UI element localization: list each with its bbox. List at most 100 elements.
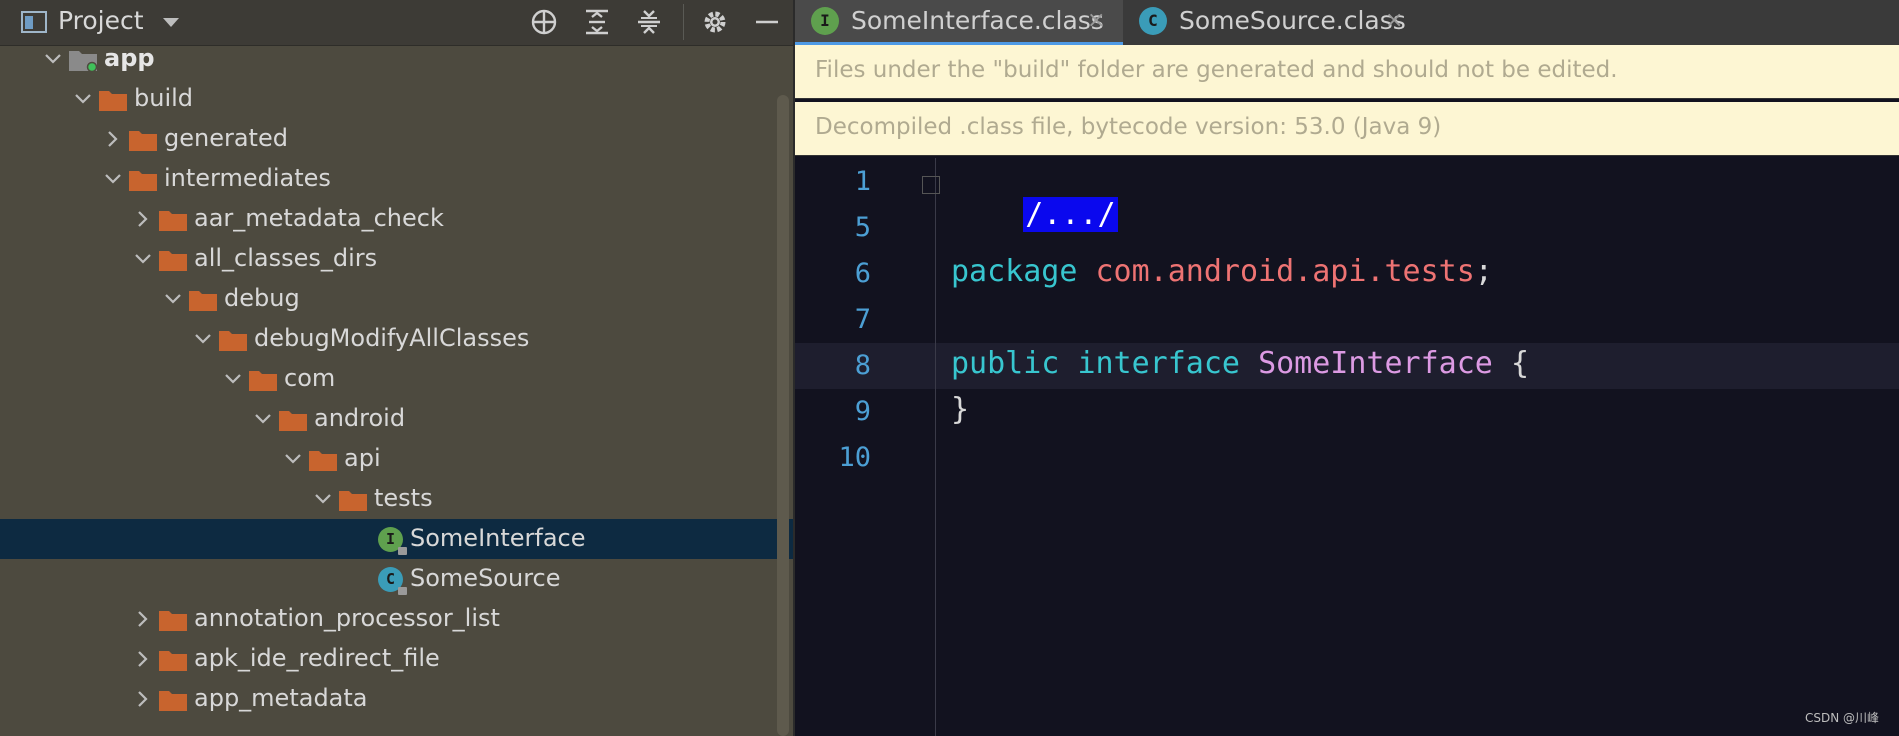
tree-item-label: build — [134, 84, 194, 112]
folder-icon — [99, 91, 127, 111]
folder-icon — [129, 131, 157, 151]
tree-item-api[interactable]: api — [0, 439, 793, 479]
chevron-down-icon[interactable] — [192, 328, 214, 350]
tree-item-com[interactable]: com — [0, 359, 793, 399]
line-number-gutter: 1 5 6 7 8 9 10 — [795, 158, 936, 736]
code-line-6[interactable]: package com.android.api.tests; — [951, 254, 1493, 289]
chevron-down-icon[interactable] — [252, 408, 274, 430]
minimize-icon[interactable] — [753, 8, 781, 36]
fold-toggle-icon[interactable] — [922, 176, 940, 194]
tree-item-debugmodifyallclasses[interactable]: debugModifyAllClasses — [0, 319, 793, 359]
tab-label: SomeInterface.class — [851, 6, 1104, 35]
lock-icon — [398, 547, 407, 555]
tree-item-label: all_classes_dirs — [194, 244, 378, 272]
tree-item-label: apk_ide_redirect_file — [194, 644, 440, 672]
close-icon[interactable]: × — [1385, 8, 1403, 33]
select-opened-file-icon[interactable] — [530, 8, 558, 36]
tree-item-label: debugModifyAllClasses — [254, 324, 530, 352]
tree-item-tests[interactable]: tests — [0, 479, 793, 519]
folder-icon — [159, 651, 187, 671]
tree-item-intermediates[interactable]: intermediates — [0, 159, 793, 199]
chevron-down-icon[interactable] — [102, 168, 124, 190]
chevron-down-icon[interactable] — [42, 48, 64, 70]
banner-text: Files under the "build" folder are gener… — [815, 57, 1618, 83]
interface-icon: I — [378, 527, 407, 555]
tree-item-label: tests — [374, 484, 433, 512]
code-line-1[interactable]: /.../ — [951, 162, 1118, 267]
chevron-down-icon[interactable] — [162, 288, 184, 310]
tree-item-app[interactable]: app — [0, 39, 793, 79]
toolbar-divider — [683, 4, 684, 40]
collapse-all-icon[interactable] — [635, 8, 663, 36]
tree-item-annotation-processor-list[interactable]: annotation_processor_list — [0, 599, 793, 639]
folder-icon — [279, 411, 307, 431]
code-line-9[interactable]: } — [951, 392, 969, 427]
chevron-down-icon[interactable] — [222, 368, 244, 390]
punctuation: ; — [1474, 254, 1493, 289]
tree-item-apk-ide-redirect-file[interactable]: apk_ide_redirect_file — [0, 639, 793, 679]
tree-item-build[interactable]: build — [0, 79, 793, 119]
line-number: 9 — [854, 396, 871, 427]
tree-item-label: intermediates — [164, 164, 331, 192]
chevron-down-icon[interactable] — [282, 448, 304, 470]
lock-icon — [398, 587, 407, 595]
tree-item-label: debug — [224, 284, 300, 312]
chevron-right-icon[interactable] — [102, 128, 124, 150]
tree-item-label: app — [104, 44, 155, 72]
chevron-right-icon[interactable] — [132, 608, 154, 630]
tree-item-label: com — [284, 364, 336, 392]
tree-item-generated[interactable]: generated — [0, 119, 793, 159]
keyword: package — [951, 254, 1078, 289]
tree-item-app-metadata[interactable]: app_metadata — [0, 679, 793, 719]
tree-item-aar-metadata-check[interactable]: aar_metadata_check — [0, 199, 793, 239]
tab-label: SomeSource.class — [1179, 6, 1406, 35]
code-line-8[interactable]: public interface SomeInterface { — [951, 346, 1529, 381]
folder-icon — [219, 331, 247, 351]
tab-someinterface-class[interactable]: I SomeInterface.class × — [795, 0, 1123, 45]
chevron-right-icon[interactable] — [132, 688, 154, 710]
class-name: SomeInterface — [1258, 346, 1493, 381]
tab-somesource-class[interactable]: C SomeSource.class × — [1123, 0, 1419, 45]
folder-icon — [189, 291, 217, 311]
line-number: 8 — [854, 350, 871, 381]
expand-all-icon[interactable] — [583, 8, 611, 36]
tree-item-all-classes-dirs[interactable]: all_classes_dirs — [0, 239, 793, 279]
folder-icon — [129, 171, 157, 191]
watermark: CSDN @川峰 — [1804, 711, 1879, 725]
project-view-title[interactable]: Project — [58, 6, 144, 35]
close-icon[interactable]: × — [1087, 8, 1105, 33]
tree-item-someinterface[interactable]: I SomeInterface — [0, 519, 793, 559]
tree-item-debug[interactable]: debug — [0, 279, 793, 319]
banner-text: Decompiled .class file, bytecode version… — [815, 114, 1442, 140]
gear-icon[interactable] — [701, 8, 729, 36]
keyword: interface — [1077, 346, 1240, 381]
chevron-right-icon[interactable] — [132, 208, 154, 230]
folder-icon — [159, 691, 187, 711]
project-view-icon[interactable] — [20, 8, 48, 36]
chevron-right-icon[interactable] — [132, 648, 154, 670]
tree-item-somesource[interactable]: C SomeSource — [0, 559, 793, 599]
tree-item-label: api — [344, 444, 381, 472]
folded-header-comment[interactable]: /.../ — [1023, 197, 1118, 232]
tree-item-label: app_metadata — [194, 684, 368, 712]
chevron-down-icon[interactable] — [312, 488, 334, 510]
folder-icon — [159, 251, 187, 271]
keyword: public — [951, 346, 1060, 381]
folder-icon — [159, 611, 187, 631]
tree-item-label: generated — [164, 124, 288, 152]
tree-item-android[interactable]: android — [0, 399, 793, 439]
line-number: 10 — [838, 442, 871, 473]
decompiled-banner: Decompiled .class file, bytecode version… — [795, 102, 1899, 156]
class-icon: C — [378, 567, 407, 595]
project-panel: Project app build generated intermediate… — [0, 0, 793, 736]
chevron-down-icon[interactable] — [132, 248, 154, 270]
tree-item-label: SomeSource — [410, 564, 561, 592]
tree-item-label: annotation_processor_list — [194, 604, 500, 632]
line-number: 5 — [854, 212, 871, 243]
project-scrollbar[interactable] — [777, 95, 789, 736]
punctuation: { — [1510, 346, 1529, 381]
chevron-down-icon[interactable] — [72, 88, 94, 110]
chevron-down-icon[interactable] — [160, 12, 182, 32]
generated-files-banner: Files under the "build" folder are gener… — [795, 45, 1899, 99]
module-folder-icon — [69, 51, 98, 72]
